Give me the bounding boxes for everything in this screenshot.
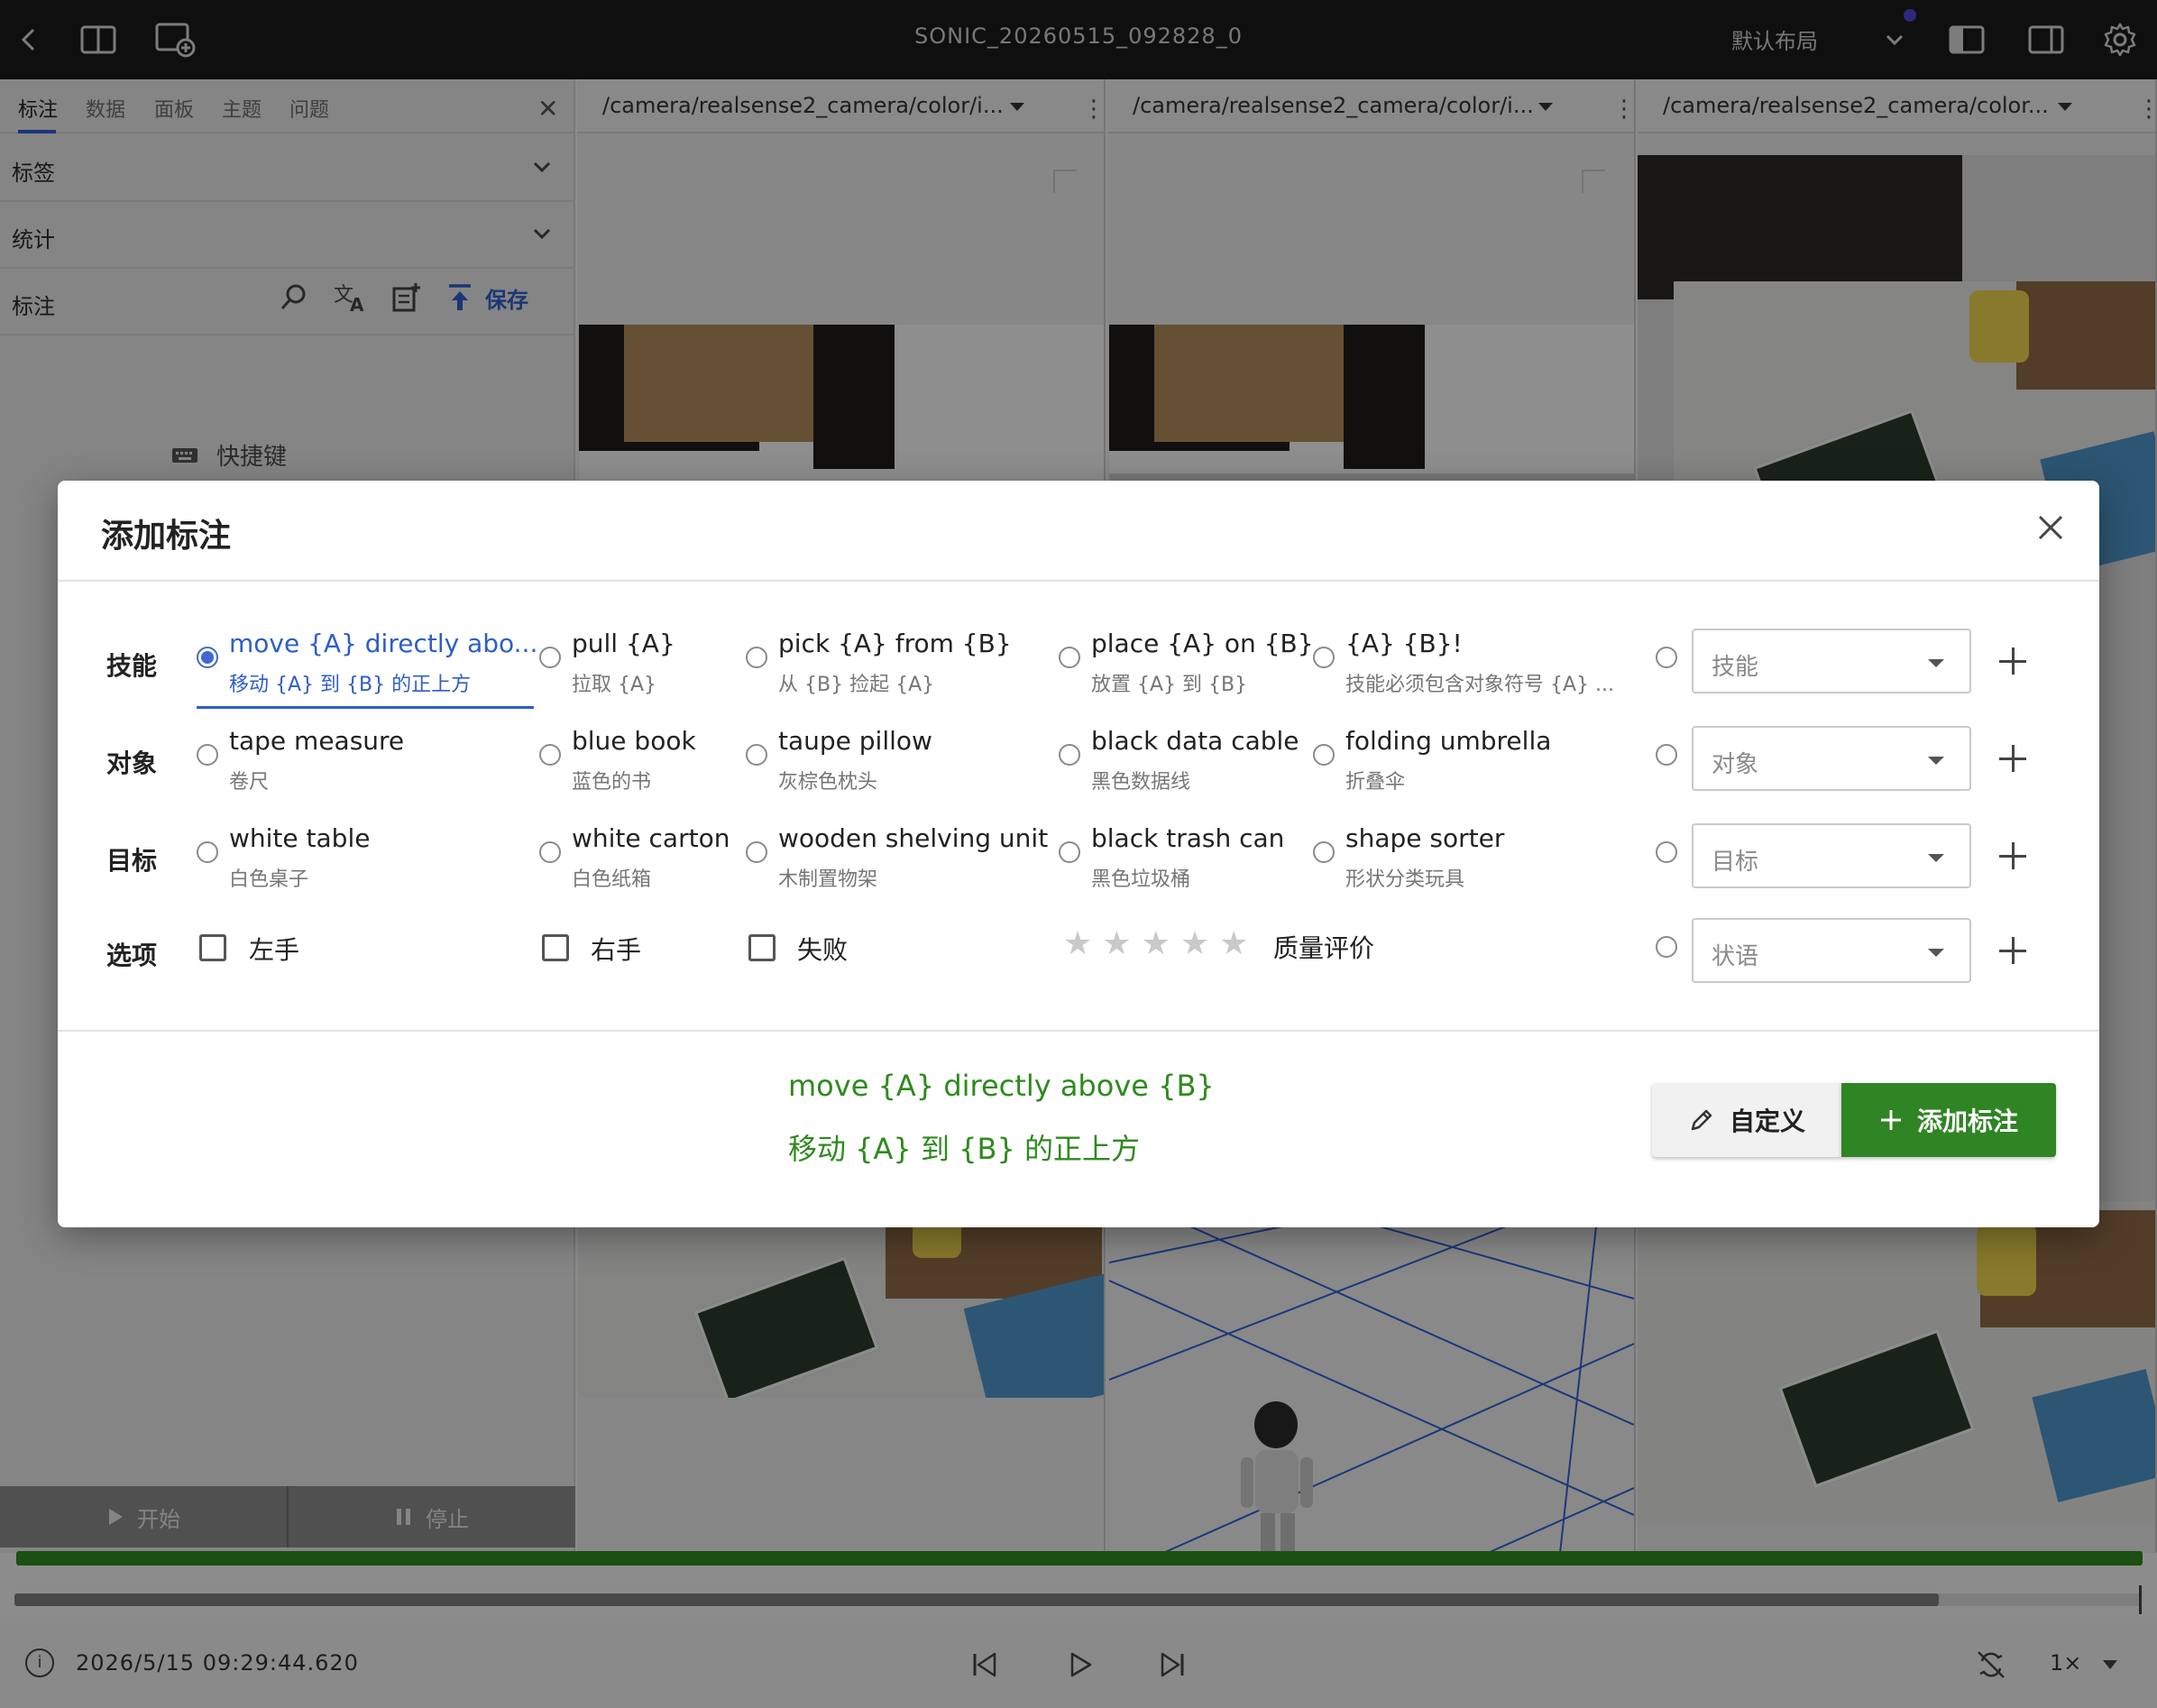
selected-underline: [197, 706, 534, 709]
dropdown-placeholder: 技能: [1712, 654, 1759, 681]
radio-button[interactable]: [746, 647, 767, 668]
option-label-zh: 移动 {A} 到 {B} 的正上方: [229, 674, 472, 696]
object-row-label: 对象: [106, 748, 158, 778]
dialog-header: 添加标注: [58, 481, 2099, 582]
option-label-zh: 白色桌子: [229, 868, 309, 891]
option-label-en: tape measure: [229, 726, 405, 756]
annotation-preview-zh: 移动 {A} 到 {B} 的正上方: [788, 1132, 1140, 1166]
custom-skill-radio[interactable]: [1656, 647, 1677, 668]
star-icon[interactable]: ★: [1219, 928, 1248, 960]
option-label-en: white carton: [572, 823, 730, 853]
annotation-preview-en: move {A} directly above {B}: [788, 1069, 1215, 1103]
add-object-plus-icon[interactable]: [1997, 743, 2028, 774]
radio-button[interactable]: [746, 744, 767, 766]
left-hand-label: 左手: [249, 935, 300, 965]
skill-dropdown[interactable]: 技能: [1692, 629, 1971, 693]
close-icon[interactable]: [2033, 510, 2069, 546]
radio-button[interactable]: [539, 841, 561, 863]
option-label-zh: 木制置物架: [778, 868, 878, 891]
add-skill-plus-icon[interactable]: [1997, 646, 2028, 676]
custom-button[interactable]: 自定义: [1652, 1083, 1841, 1157]
star-icon[interactable]: ★: [1102, 928, 1131, 960]
star-icon[interactable]: ★: [1180, 928, 1209, 960]
options-row-label: 选项: [106, 941, 158, 970]
caret-down-icon: [1928, 854, 1944, 862]
dropdown-placeholder: 对象: [1712, 751, 1759, 778]
caret-down-icon: [1928, 659, 1944, 667]
option-label-en: folding umbrella: [1345, 726, 1552, 756]
star-icon[interactable]: ★: [1063, 928, 1092, 960]
radio-button[interactable]: [197, 647, 218, 668]
left-hand-checkbox[interactable]: [199, 934, 226, 961]
option-label-en: pick {A} from {B}: [778, 629, 1012, 658]
add-annotation-button[interactable]: 添加标注: [1841, 1083, 2056, 1157]
add-target-plus-icon[interactable]: [1997, 840, 2028, 871]
option-label-en: black data cable: [1091, 726, 1299, 756]
option-label-en: taupe pillow: [778, 726, 932, 756]
add-annotation-dialog: 添加标注 技能 move {A} directly abo... 移动 {A} …: [58, 481, 2099, 1227]
skill-row-label: 技能: [106, 651, 158, 681]
failure-checkbox[interactable]: [748, 934, 776, 961]
option-label-en: wooden shelving unit: [778, 823, 1049, 853]
target-row-label: 目标: [106, 846, 158, 876]
custom-object-radio[interactable]: [1656, 744, 1677, 766]
option-label-zh: 卷尺: [229, 771, 270, 794]
target-dropdown[interactable]: 目标: [1692, 823, 1971, 888]
option-label-zh: 形状分类玩具: [1345, 868, 1465, 891]
radio-button[interactable]: [197, 841, 218, 863]
dialog-title: 添加标注: [101, 518, 232, 555]
option-label-en: {A} {B}!: [1345, 629, 1463, 658]
caret-down-icon: [1928, 949, 1944, 957]
option-label-en: white table: [229, 823, 371, 853]
adverbial-dropdown[interactable]: 状语: [1692, 918, 1971, 983]
quality-rating: ★ ★ ★ ★ ★: [1063, 928, 1248, 960]
option-label-en: black trash can: [1091, 823, 1285, 853]
radio-button[interactable]: [539, 744, 561, 766]
custom-button-label: 自定义: [1729, 1107, 1805, 1136]
option-label-en: place {A} on {B}: [1091, 629, 1314, 658]
custom-target-radio[interactable]: [1656, 841, 1677, 863]
option-label-zh: 从 {B} 捡起 {A}: [778, 674, 935, 696]
radio-button[interactable]: [1059, 841, 1080, 863]
radio-button[interactable]: [1059, 744, 1080, 766]
option-label-zh: 灰棕色枕头: [778, 771, 878, 794]
radio-button[interactable]: [746, 841, 767, 863]
option-label-zh: 白色纸箱: [572, 868, 652, 891]
option-label-zh: 黑色数据线: [1091, 771, 1191, 794]
object-dropdown[interactable]: 对象: [1692, 726, 1971, 791]
radio-button[interactable]: [1059, 647, 1080, 668]
option-label-zh: 折叠伞: [1345, 771, 1406, 794]
quality-rating-label: 质量评价: [1273, 933, 1375, 963]
right-hand-checkbox[interactable]: [542, 934, 569, 961]
option-label-zh: 放置 {A} 到 {B}: [1091, 674, 1248, 696]
dialog-divider: [58, 1030, 2099, 1032]
option-label-zh: 黑色垃圾桶: [1091, 868, 1191, 891]
option-label-zh: 技能必须包含对象符号 {A} ...: [1345, 674, 1615, 696]
caret-down-icon: [1928, 757, 1944, 765]
custom-adverbial-radio[interactable]: [1656, 936, 1677, 958]
pencil-icon: [1691, 1109, 1712, 1131]
radio-button[interactable]: [197, 744, 218, 766]
dropdown-placeholder: 目标: [1712, 849, 1759, 876]
option-label-zh: 拉取 {A}: [572, 674, 657, 696]
dropdown-placeholder: 状语: [1712, 943, 1759, 970]
plus-icon: [1880, 1110, 1901, 1130]
failure-label: 失败: [797, 935, 849, 965]
add-adverbial-plus-icon[interactable]: [1997, 935, 2028, 966]
right-hand-label: 右手: [591, 935, 642, 965]
option-label-en: shape sorter: [1345, 823, 1505, 853]
radio-button[interactable]: [1313, 647, 1335, 668]
add-annotation-button-label: 添加标注: [1916, 1107, 2018, 1136]
star-icon[interactable]: ★: [1142, 928, 1170, 960]
option-label-en: blue book: [572, 726, 696, 756]
radio-button[interactable]: [1313, 841, 1335, 863]
option-label-en: pull {A}: [572, 629, 675, 658]
radio-button[interactable]: [539, 647, 561, 668]
radio-button[interactable]: [1313, 744, 1335, 766]
option-label-en: move {A} directly abo...: [229, 629, 538, 658]
option-label-zh: 蓝色的书: [572, 771, 652, 794]
